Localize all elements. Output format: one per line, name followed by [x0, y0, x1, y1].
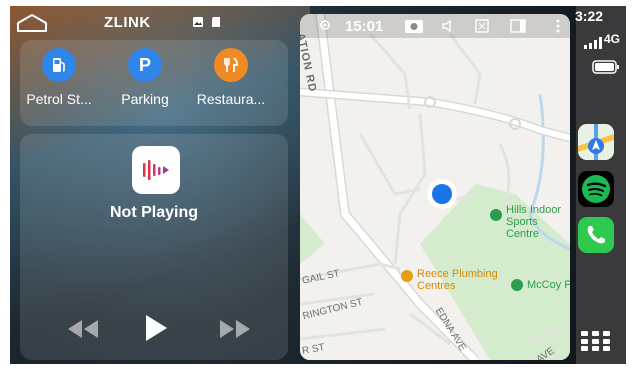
now-playing-card[interactable]: Not Playing: [20, 134, 288, 360]
map-clock: 15:01: [345, 18, 384, 35]
shortcut-label: Petrol St...: [26, 91, 92, 107]
location-icon[interactable]: [318, 19, 332, 33]
fast-forward-icon[interactable]: [218, 318, 252, 340]
poi-name: Centres: [417, 280, 456, 292]
clock: 3:22: [575, 8, 604, 24]
poi-name: Reece Plumbing: [417, 268, 498, 280]
screenshot-icon[interactable]: [404, 18, 424, 34]
play-icon[interactable]: [144, 314, 168, 342]
app-title: ZLINK: [104, 14, 151, 31]
more-icon[interactable]: [555, 18, 561, 34]
shortcut-label: Restaura...: [196, 91, 266, 107]
poi-mccoy-park[interactable]: McCoy Par: [527, 279, 570, 291]
now-playing-status: Not Playing: [109, 204, 198, 221]
rewind-icon[interactable]: [66, 318, 100, 340]
home-icon[interactable]: [16, 13, 48, 33]
poi-hills-indoor[interactable]: Hills Indoor Sports Centre: [506, 204, 570, 240]
shortcut-restaurants[interactable]: Restaura...: [191, 48, 271, 107]
spotify-icon[interactable]: [578, 171, 614, 207]
fork-knife-icon: [214, 48, 248, 82]
maps-icon[interactable]: [578, 124, 614, 160]
shortcut-parking[interactable]: P Parking: [105, 48, 185, 107]
sd-card-icon: [212, 17, 220, 27]
fuel-pump-icon: [42, 48, 76, 82]
network-type: 4G: [604, 32, 621, 46]
carplay-screen: ZLINK Petrol St... P Parking Restaura...…: [10, 6, 626, 364]
window-icon[interactable]: [510, 19, 526, 33]
poi-name: Sports Centre: [506, 216, 540, 240]
shortcuts-card: Petrol St... P Parking Restaura...: [20, 40, 288, 126]
map-view[interactable]: ATION RD GAIL ST RINGTON ST R ST EDNA AV…: [300, 14, 570, 360]
volume-icon[interactable]: [441, 19, 455, 33]
shortcut-label: Parking: [121, 91, 169, 107]
parking-icon: P: [128, 48, 162, 82]
signal-icon: [584, 37, 602, 49]
phone-icon[interactable]: [578, 217, 614, 253]
close-box-icon[interactable]: [475, 19, 489, 33]
poi-name: Hills Indoor: [506, 204, 562, 216]
poi-reece-plumbing[interactable]: Reece Plumbing Centres: [417, 268, 498, 292]
battery-icon: [592, 60, 619, 74]
parking-glyph: P: [138, 54, 151, 75]
app-grid-icon[interactable]: [580, 330, 612, 352]
music-app-icon[interactable]: [132, 146, 180, 194]
image-icon: [193, 17, 203, 27]
shortcut-petrol-station[interactable]: Petrol St...: [19, 48, 99, 107]
status-bar: ZLINK: [10, 6, 290, 40]
